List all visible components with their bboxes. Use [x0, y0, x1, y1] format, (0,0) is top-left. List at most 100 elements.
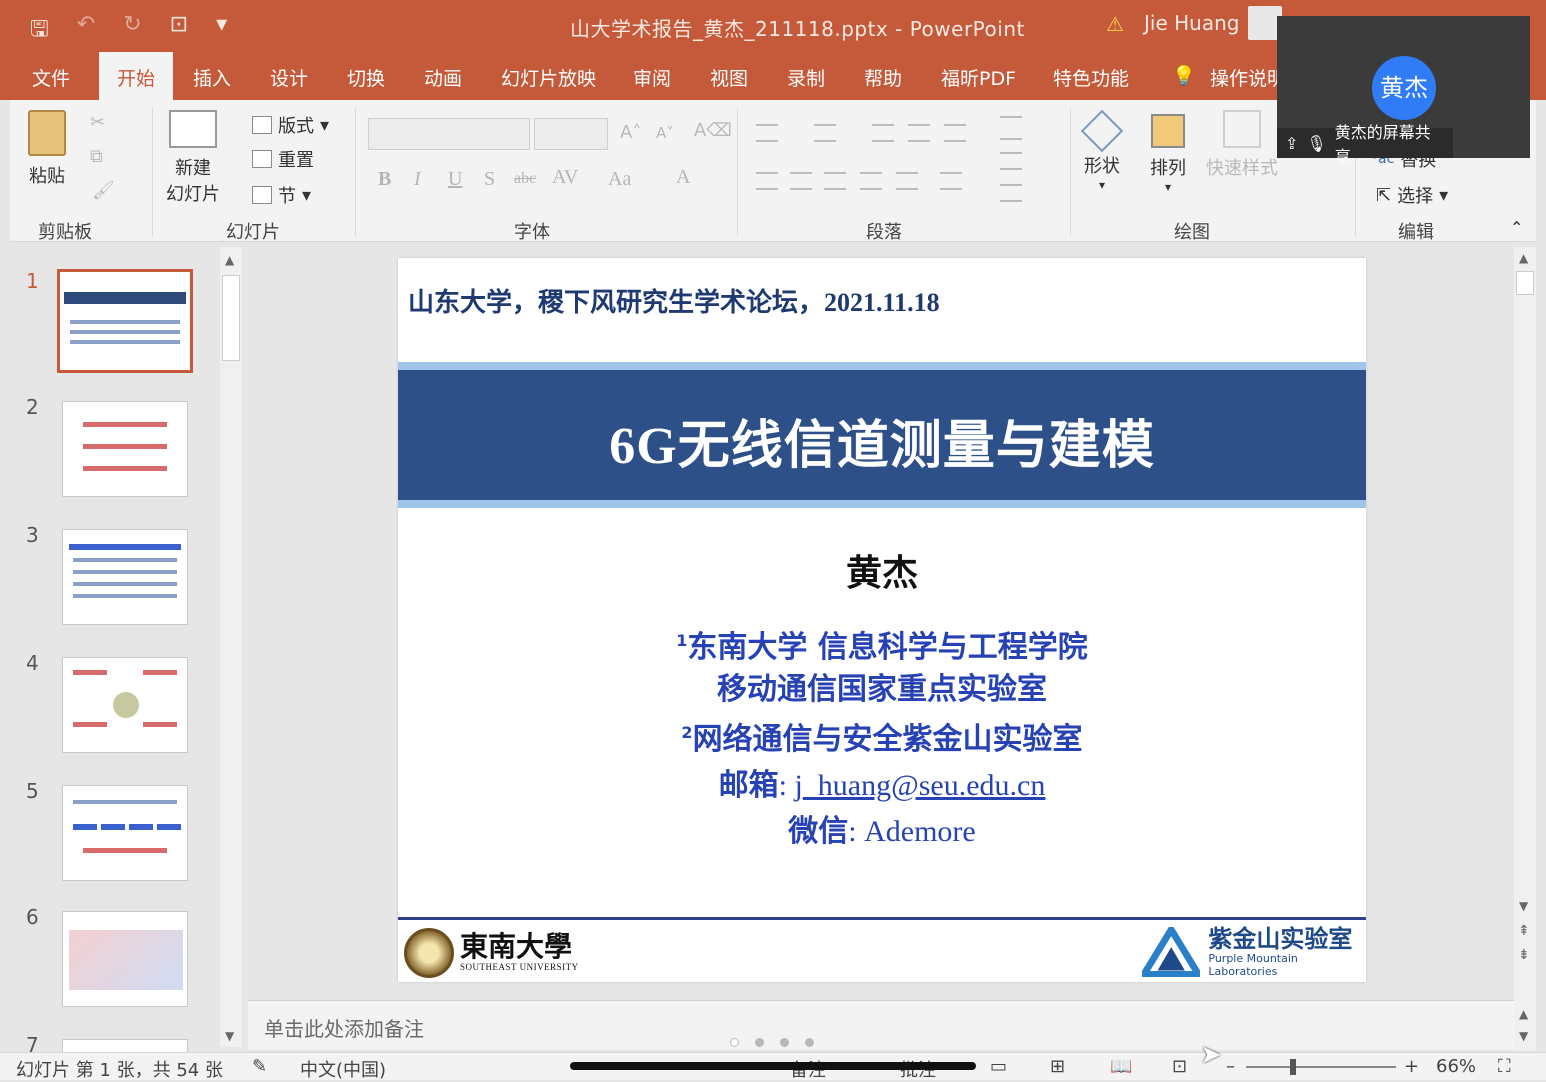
slide-thumbnail-7[interactable]: [62, 1039, 188, 1053]
tab-special[interactable]: 特色功能: [1053, 64, 1129, 91]
tab-foxit-pdf[interactable]: 福昕PDF: [941, 64, 1016, 91]
previous-slide-icon[interactable]: ⇞: [1518, 923, 1530, 939]
undo-icon[interactable]: ↶: [77, 12, 95, 50]
cut-icon[interactable]: ✂: [90, 112, 105, 133]
slide-thumbnail-3[interactable]: [62, 529, 188, 625]
arrange-button[interactable]: 排列 ▾: [1150, 110, 1186, 194]
scroll-up-icon[interactable]: ▲: [1519, 251, 1528, 265]
zoom-level[interactable]: 66%: [1436, 1056, 1476, 1077]
author-name[interactable]: 黄杰: [398, 544, 1366, 596]
align-text-icon[interactable]: [940, 172, 962, 190]
strikethrough-icon[interactable]: abc: [514, 170, 536, 188]
quick-styles-button[interactable]: 快速样式: [1206, 110, 1278, 180]
format-painter-icon[interactable]: 🖌: [92, 180, 115, 201]
fit-slide-icon[interactable]: ⛶: [1498, 1056, 1511, 1077]
tab-insert[interactable]: 插入: [193, 64, 231, 91]
line-spacing-icon[interactable]: [944, 124, 966, 142]
scroll-down-icon[interactable]: ▼: [1519, 899, 1528, 913]
zoom-slider[interactable]: [1246, 1066, 1396, 1068]
tab-record[interactable]: 录制: [787, 64, 825, 91]
shadow-icon[interactable]: S: [484, 168, 495, 191]
reading-view-icon[interactable]: 📖: [1110, 1056, 1132, 1077]
slide-thumbnail-4[interactable]: [62, 657, 188, 753]
align-vertical-icon[interactable]: [1000, 152, 1022, 170]
next-slide-icon[interactable]: ⇟: [1518, 947, 1530, 963]
normal-view-icon[interactable]: ▭: [990, 1056, 1007, 1077]
forum-header[interactable]: 山东大学，稷下风研究生学术论坛，2021.11.18: [408, 282, 940, 319]
affiliation-1-lab[interactable]: 移动通信国家重点实验室: [398, 664, 1366, 708]
font-size-box[interactable]: [534, 118, 608, 150]
underline-icon[interactable]: U: [448, 168, 462, 191]
warning-icon[interactable]: ⚠: [1106, 12, 1124, 36]
change-case-icon[interactable]: Aa: [608, 168, 631, 191]
thumbnail-scrollbar[interactable]: ▲ ▼: [220, 247, 242, 1047]
notes-pane[interactable]: 单击此处添加备注: [248, 1000, 1514, 1050]
notes-placeholder[interactable]: 单击此处添加备注: [264, 1013, 424, 1042]
align-center-icon[interactable]: [790, 172, 812, 190]
layout-button[interactable]: 版式 ▾: [252, 112, 329, 138]
slide-canvas[interactable]: 山东大学，稷下风研究生学术论坛，2021.11.18 6G无线信道测量与建模 黄…: [398, 258, 1366, 982]
zoom-out-icon[interactable]: –: [1226, 1056, 1235, 1077]
numbering-icon[interactable]: [814, 124, 836, 142]
tab-view[interactable]: 视图: [710, 64, 748, 91]
new-slide-button[interactable]: 新建 幻灯片: [166, 110, 220, 206]
char-spacing-icon[interactable]: AV: [552, 166, 578, 189]
redo-icon[interactable]: ↻: [123, 12, 141, 50]
customize-qat-icon[interactable]: ▾: [216, 12, 227, 50]
slide-sorter-icon[interactable]: ⊞: [1050, 1056, 1065, 1077]
justify-icon[interactable]: [860, 172, 882, 190]
language-indicator[interactable]: 中文(中国): [300, 1056, 386, 1082]
affiliation-2[interactable]: 2网络通信与安全紫金山实验室: [398, 714, 1366, 758]
email-link[interactable]: j_huang@seu.edu.cn: [794, 769, 1045, 802]
align-left-icon[interactable]: [756, 172, 778, 190]
grow-font-icon[interactable]: A˄: [620, 122, 641, 143]
present-icon[interactable]: ⊡: [170, 12, 188, 50]
shapes-button[interactable]: 形状 ▾: [1080, 109, 1124, 192]
scroll-down-icon[interactable]: ▼: [225, 1029, 234, 1043]
select-button[interactable]: ⇱ 选择 ▾: [1376, 182, 1448, 208]
scrollbar-thumb[interactable]: [222, 275, 240, 361]
save-icon[interactable]: 🖫: [30, 12, 49, 50]
smartart-icon[interactable]: [1000, 184, 1022, 202]
font-color-icon[interactable]: A: [676, 166, 690, 189]
shrink-font-icon[interactable]: A˅: [656, 124, 674, 142]
reset-button[interactable]: 重置: [252, 146, 314, 172]
notes-scroll-down-icon[interactable]: ▼: [1519, 1029, 1528, 1043]
slide-thumbnail-1[interactable]: [57, 269, 193, 373]
affiliation-1[interactable]: 1东南大学 信息科学与工程学院: [398, 622, 1366, 666]
clear-format-icon[interactable]: A⌫: [694, 120, 732, 141]
tab-transitions[interactable]: 切换: [347, 64, 385, 91]
tab-tell-me[interactable]: 操作说明: [1210, 64, 1286, 91]
slide-thumbnail-2[interactable]: [62, 401, 188, 497]
tab-animations[interactable]: 动画: [424, 64, 462, 91]
bullets-icon[interactable]: [756, 124, 778, 142]
align-right-icon[interactable]: [824, 172, 846, 190]
slide-thumbnail-5[interactable]: [62, 785, 188, 881]
tab-file[interactable]: 文件: [32, 64, 70, 91]
font-name-box[interactable]: [368, 118, 530, 150]
notes-scroll-up-icon[interactable]: ▲: [1519, 1007, 1528, 1021]
tab-home[interactable]: 开始: [99, 52, 174, 100]
email-line[interactable]: 邮箱: j_huang@seu.edu.cn: [398, 760, 1366, 804]
bold-icon[interactable]: B: [378, 168, 391, 191]
slide-title[interactable]: 6G无线信道测量与建模: [398, 403, 1366, 478]
tab-slideshow[interactable]: 幻灯片放映: [501, 64, 596, 91]
italic-icon[interactable]: I: [414, 168, 421, 191]
decrease-indent-icon[interactable]: [872, 124, 894, 142]
copy-icon[interactable]: ⧉: [90, 146, 103, 167]
zoom-in-icon[interactable]: +: [1404, 1056, 1419, 1077]
columns-icon[interactable]: [896, 172, 918, 190]
slide-thumbnail-6[interactable]: [62, 911, 188, 1007]
scroll-up-icon[interactable]: ▲: [225, 253, 234, 267]
tab-help[interactable]: 帮助: [864, 64, 902, 91]
collapse-ribbon-icon[interactable]: ⌃: [1510, 218, 1523, 237]
scrollbar-thumb[interactable]: [1516, 271, 1534, 295]
tab-design[interactable]: 设计: [270, 64, 308, 91]
slideshow-icon[interactable]: ⊡: [1172, 1056, 1187, 1077]
tab-review[interactable]: 审阅: [633, 64, 671, 91]
wechat-line[interactable]: 微信: Ademore: [398, 806, 1366, 850]
user-name[interactable]: Jie Huang: [1144, 11, 1239, 35]
slide-scrollbar[interactable]: ▲ ▼ ⇞ ⇟ ▲ ▼: [1514, 247, 1536, 1051]
paste-button[interactable]: 粘贴: [28, 110, 66, 188]
text-direction-icon[interactable]: [1000, 116, 1022, 140]
